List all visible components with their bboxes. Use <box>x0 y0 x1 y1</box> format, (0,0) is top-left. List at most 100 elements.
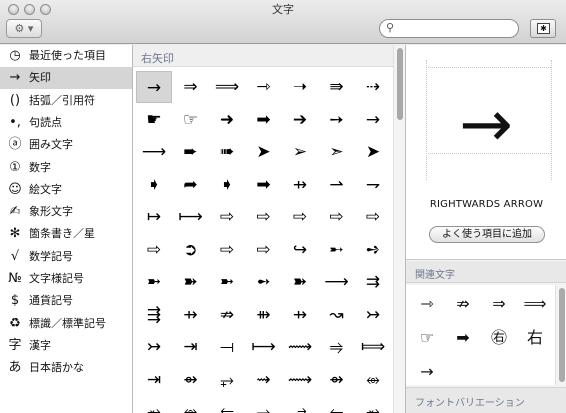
character-cell[interactable]: ⇴ <box>173 364 209 396</box>
related-character-cell[interactable]: ⟹ <box>517 289 553 319</box>
related-character-cell[interactable]: ⇾ <box>409 289 445 319</box>
character-cell[interactable]: ↪ <box>282 234 318 266</box>
character-cell[interactable]: ⇨ <box>246 234 282 266</box>
search-field[interactable]: ⚲ <box>379 19 519 38</box>
sidebar-item[interactable]: ✻ 箇条書き／星 <box>0 223 132 245</box>
character-cell[interactable]: ➢ <box>282 136 318 168</box>
character-cell[interactable]: ⥇ <box>355 396 391 413</box>
character-cell[interactable]: ☞ <box>173 104 209 136</box>
character-cell[interactable]: ⇉ <box>355 266 391 298</box>
character-cell[interactable]: ⇝ <box>246 364 282 396</box>
related-character-cell[interactable]: ☞ <box>409 323 445 353</box>
character-cell[interactable]: ⇸ <box>282 169 318 201</box>
character-cell[interactable]: ⇥ <box>136 364 172 396</box>
character-cell[interactable]: ⥄ <box>282 396 318 413</box>
sidebar-item[interactable]: ◷ 最近使った項目 <box>0 45 132 67</box>
character-cell[interactable]: ⇏ <box>209 299 245 331</box>
character-cell[interactable]: ➨ <box>173 136 209 168</box>
search-input[interactable] <box>398 21 513 36</box>
character-cell[interactable]: ➻ <box>246 266 282 298</box>
character-cell[interactable]: ➺ <box>355 234 391 266</box>
character-cell[interactable]: ➧ <box>136 169 172 201</box>
related-character-cell[interactable]: → <box>409 357 445 387</box>
character-cell[interactable]: ⟼ <box>173 201 209 233</box>
character-cell[interactable]: ⇒ <box>173 71 209 103</box>
character-cell[interactable]: ⥇ <box>136 396 172 413</box>
character-cell[interactable]: ⇁ <box>355 169 391 201</box>
character-cell[interactable]: ⇢ <box>355 71 391 103</box>
character-cell[interactable]: ⇻ <box>246 299 282 331</box>
sidebar-item[interactable]: あ日本語かな <box>0 357 132 379</box>
character-grid-scrollbar[interactable] <box>393 45 405 413</box>
character-cell[interactable]: → <box>355 104 391 136</box>
sidebar-item[interactable]: → 矢印 <box>0 67 132 90</box>
character-cell[interactable]: ⥆ <box>319 396 355 413</box>
character-cell[interactable]: → <box>136 71 172 103</box>
character-cell[interactable]: ➼ <box>209 266 245 298</box>
character-cell[interactable]: ➼ <box>136 266 172 298</box>
sidebar-item[interactable]: () 括弧／引用符 <box>0 90 132 112</box>
character-cell[interactable]: ⟹ <box>209 71 245 103</box>
character-cell[interactable]: ➡ <box>246 169 282 201</box>
character-cell[interactable]: ➸ <box>319 234 355 266</box>
character-cell[interactable]: ➔ <box>282 104 318 136</box>
character-cell[interactable]: ☛ <box>136 104 172 136</box>
character-cell[interactable]: ➜ <box>209 104 245 136</box>
scrollbar-thumb[interactable] <box>559 288 565 382</box>
character-cell[interactable]: ⥅ <box>246 396 282 413</box>
character-cell[interactable]: ⇨ <box>319 201 355 233</box>
character-cell[interactable]: ⟶ <box>136 136 172 168</box>
character-cell[interactable]: ⇨ <box>246 201 282 233</box>
character-cell[interactable]: ➠ <box>209 136 245 168</box>
character-cell[interactable]: ⇨ <box>282 201 318 233</box>
character-cell[interactable]: ⟞ <box>209 331 245 363</box>
sidebar-item[interactable]: √ 数学記号 <box>0 246 132 268</box>
sidebar-item[interactable]: ♻ 標識／標準記号 <box>0 313 132 335</box>
character-cell[interactable]: ⥈ <box>355 364 391 396</box>
character-cell[interactable]: ↣ <box>355 299 391 331</box>
character-cell[interactable]: ➡ <box>246 104 282 136</box>
sidebar-item[interactable]: № 文字様記号 <box>0 268 132 290</box>
character-cell[interactable]: ⇨ <box>209 201 245 233</box>
character-cell[interactable]: ⟶ <box>319 266 355 298</box>
sidebar-item[interactable]: ✍ 象形文字 <box>0 201 132 223</box>
related-character-cell[interactable]: ➡ <box>445 323 481 353</box>
character-cell[interactable]: ⇥ <box>173 331 209 363</box>
character-cell[interactable]: ⇨ <box>136 234 172 266</box>
character-cell[interactable]: ➧ <box>209 169 245 201</box>
character-cell[interactable]: ➽ <box>282 266 318 298</box>
related-character-cell[interactable]: ㊨ <box>481 323 517 353</box>
character-cell[interactable]: ↦ <box>136 201 172 233</box>
character-cell[interactable]: ⇶ <box>136 299 172 331</box>
character-cell[interactable]: ➝ <box>282 71 318 103</box>
related-character-cell[interactable]: ⇒ <box>481 289 517 319</box>
view-toggle-button[interactable]: ✱ <box>530 19 556 38</box>
related-scrollbar[interactable] <box>555 285 566 385</box>
scrollbar-thumb[interactable] <box>397 48 403 120</box>
sidebar-item[interactable]: ⓐ 囲み文字 <box>0 134 132 156</box>
character-cell[interactable]: ➤ <box>355 136 391 168</box>
character-cell[interactable]: ⇸ <box>173 299 209 331</box>
character-cell[interactable]: ⇨ <box>355 201 391 233</box>
character-cell[interactable]: ➣ <box>319 136 355 168</box>
character-cell[interactable]: ⥃ <box>209 396 245 413</box>
character-cell[interactable]: ➤ <box>246 136 282 168</box>
character-cell[interactable]: ⇾ <box>246 71 282 103</box>
related-character-cell[interactable]: 右 <box>517 323 553 353</box>
gear-menu-button[interactable]: ⚙ ▾ <box>6 19 42 38</box>
character-cell[interactable]: ⥅ <box>209 364 245 396</box>
character-cell[interactable]: ⇨ <box>209 234 245 266</box>
character-cell[interactable]: ➽ <box>173 266 209 298</box>
sidebar-item[interactable]: ☺ 絵文字 <box>0 179 132 201</box>
character-cell[interactable]: ⇸ <box>282 299 318 331</box>
sidebar-item[interactable]: $ 通貨記号 <box>0 290 132 312</box>
character-cell[interactable]: ⇴ <box>319 364 355 396</box>
character-cell[interactable]: ⟾ <box>355 331 391 363</box>
sidebar-item[interactable]: 字漢字 <box>0 335 132 357</box>
add-to-favorites-button[interactable]: よく使う項目に追加 <box>429 226 545 243</box>
character-cell[interactable]: ➦ <box>173 169 209 201</box>
character-cell[interactable]: ⥤ <box>319 331 355 363</box>
character-cell[interactable]: ➙ <box>319 104 355 136</box>
character-cell[interactable]: ⟼ <box>246 331 282 363</box>
character-cell[interactable]: ↝ <box>319 299 355 331</box>
